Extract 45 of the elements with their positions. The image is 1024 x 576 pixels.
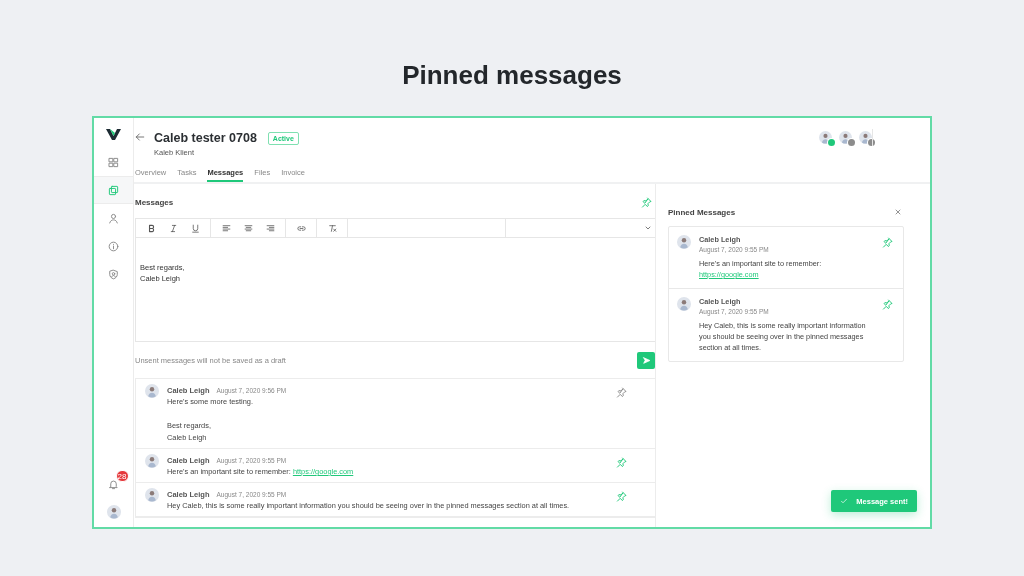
align-center-icon [243,223,253,233]
bold-icon [146,223,156,233]
align-left-icon [221,223,231,233]
avatar-icon [145,454,159,468]
check-icon [840,497,849,505]
close-icon [894,208,902,216]
pin-icon [882,299,893,310]
pin-button[interactable] [616,491,627,502]
grid-icon [108,156,119,168]
avatar-icon [677,297,691,311]
chevron-down-icon [644,224,652,232]
send-icon [641,355,651,365]
send-button[interactable] [637,351,655,369]
logo-icon [106,128,121,140]
avatar-icon [859,131,872,144]
avatar-icon [106,505,121,519]
page-heading: Pinned messages [402,62,622,88]
pin-icon [616,491,627,502]
align-right-icon [265,223,275,233]
pin-icon [882,237,893,248]
pin-icon [616,457,627,468]
underline-icon [190,223,200,233]
copy-icon [108,184,119,196]
user-icon [108,212,119,224]
pin-button[interactable] [616,457,627,468]
shield-icon [108,268,119,280]
avatar-icon [145,384,159,398]
info-icon [108,240,119,252]
avatar-icon [677,235,691,249]
panel-title: Pinned Messages [668,207,736,217]
avatar-icon [819,131,832,144]
pin-icon [641,196,652,208]
pin-icon [616,387,627,398]
sidebar-item[interactable] [94,176,133,204]
italic-icon [168,223,178,233]
clear-format-icon [327,223,337,233]
pin-button[interactable] [616,387,627,398]
avatar-icon [839,131,852,144]
bell-icon [108,478,119,490]
section-title: Messages [135,197,174,207]
back-arrow-icon [135,132,145,142]
avatar-icon [145,488,159,502]
page-title: Caleb tester 0708 [154,131,257,145]
link-icon [296,223,306,233]
notification-badge: 28 [115,470,129,482]
